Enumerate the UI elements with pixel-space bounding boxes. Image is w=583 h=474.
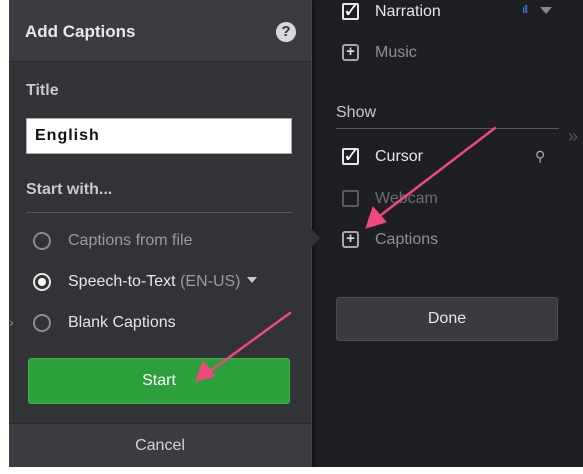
narration-label: Narration [375, 3, 441, 20]
expand-panel-icon[interactable]: » [568, 126, 578, 147]
music-label[interactable]: Music [375, 44, 417, 62]
speech-to-text-radio[interactable] [33, 273, 51, 291]
show-divider [336, 128, 559, 129]
cursor-label: Cursor [375, 148, 424, 165]
add-captions-dialog: Add Captions ? Title Start with... Capti… [9, 0, 312, 467]
blank-captions-label: Blank Captions [68, 314, 176, 331]
webcam-label: Webcam [375, 190, 438, 207]
webcam-checkbox[interactable] [342, 190, 359, 207]
dialog-pointer-arrow [311, 228, 320, 248]
speech-to-text-option[interactable]: Speech-to-Text (EN-US) [33, 271, 303, 295]
blank-captions-radio[interactable] [33, 314, 51, 332]
cancel-bar: Cancel [9, 423, 311, 467]
add-captions-icon[interactable]: + [342, 231, 359, 248]
captions-label[interactable]: Captions [375, 231, 438, 249]
speech-language-select[interactable]: (EN-US) [180, 273, 240, 290]
dialog-title: Add Captions [25, 22, 136, 41]
narration-checkbox[interactable]: ✓ [342, 0, 360, 22]
speech-to-text-label: Speech-to-Text [68, 273, 176, 290]
cancel-button[interactable]: Cancel [9, 424, 311, 467]
captions-from-file-label: Captions from file [68, 232, 193, 249]
captions-from-file-option[interactable]: Captions from file [33, 230, 303, 254]
annotation-arrowhead-captions [365, 206, 387, 229]
audio-levels-icon: ıll [522, 4, 528, 16]
app-frame: ✓ Narration ıll + Music Show » ✓ Cursor … [9, 0, 583, 467]
show-section-label: Show [336, 104, 377, 121]
start-button[interactable]: Start [28, 358, 290, 404]
help-icon[interactable]: ? [276, 22, 296, 42]
speech-to-text-label-group: Speech-to-Text (EN-US) [68, 273, 257, 291]
title-input[interactable] [26, 118, 292, 154]
start-with-divider [26, 212, 292, 213]
left-chevron-icon: › [9, 314, 14, 330]
cursor-checkbox[interactable]: ✓ [342, 145, 360, 167]
dialog-header: Add Captions ? [9, 0, 311, 62]
add-music-icon[interactable]: + [342, 44, 359, 61]
language-dropdown-caret-icon[interactable] [246, 277, 257, 283]
captions-from-file-radio[interactable] [33, 232, 51, 250]
blank-captions-option[interactable]: Blank Captions [33, 312, 303, 336]
narration-dropdown-caret-icon[interactable] [540, 7, 552, 14]
start-with-label: Start with... [26, 181, 113, 198]
title-section-label: Title [26, 82, 59, 99]
cursor-effects-icon[interactable]: ⚲ [535, 148, 545, 165]
done-button[interactable]: Done [336, 297, 558, 341]
